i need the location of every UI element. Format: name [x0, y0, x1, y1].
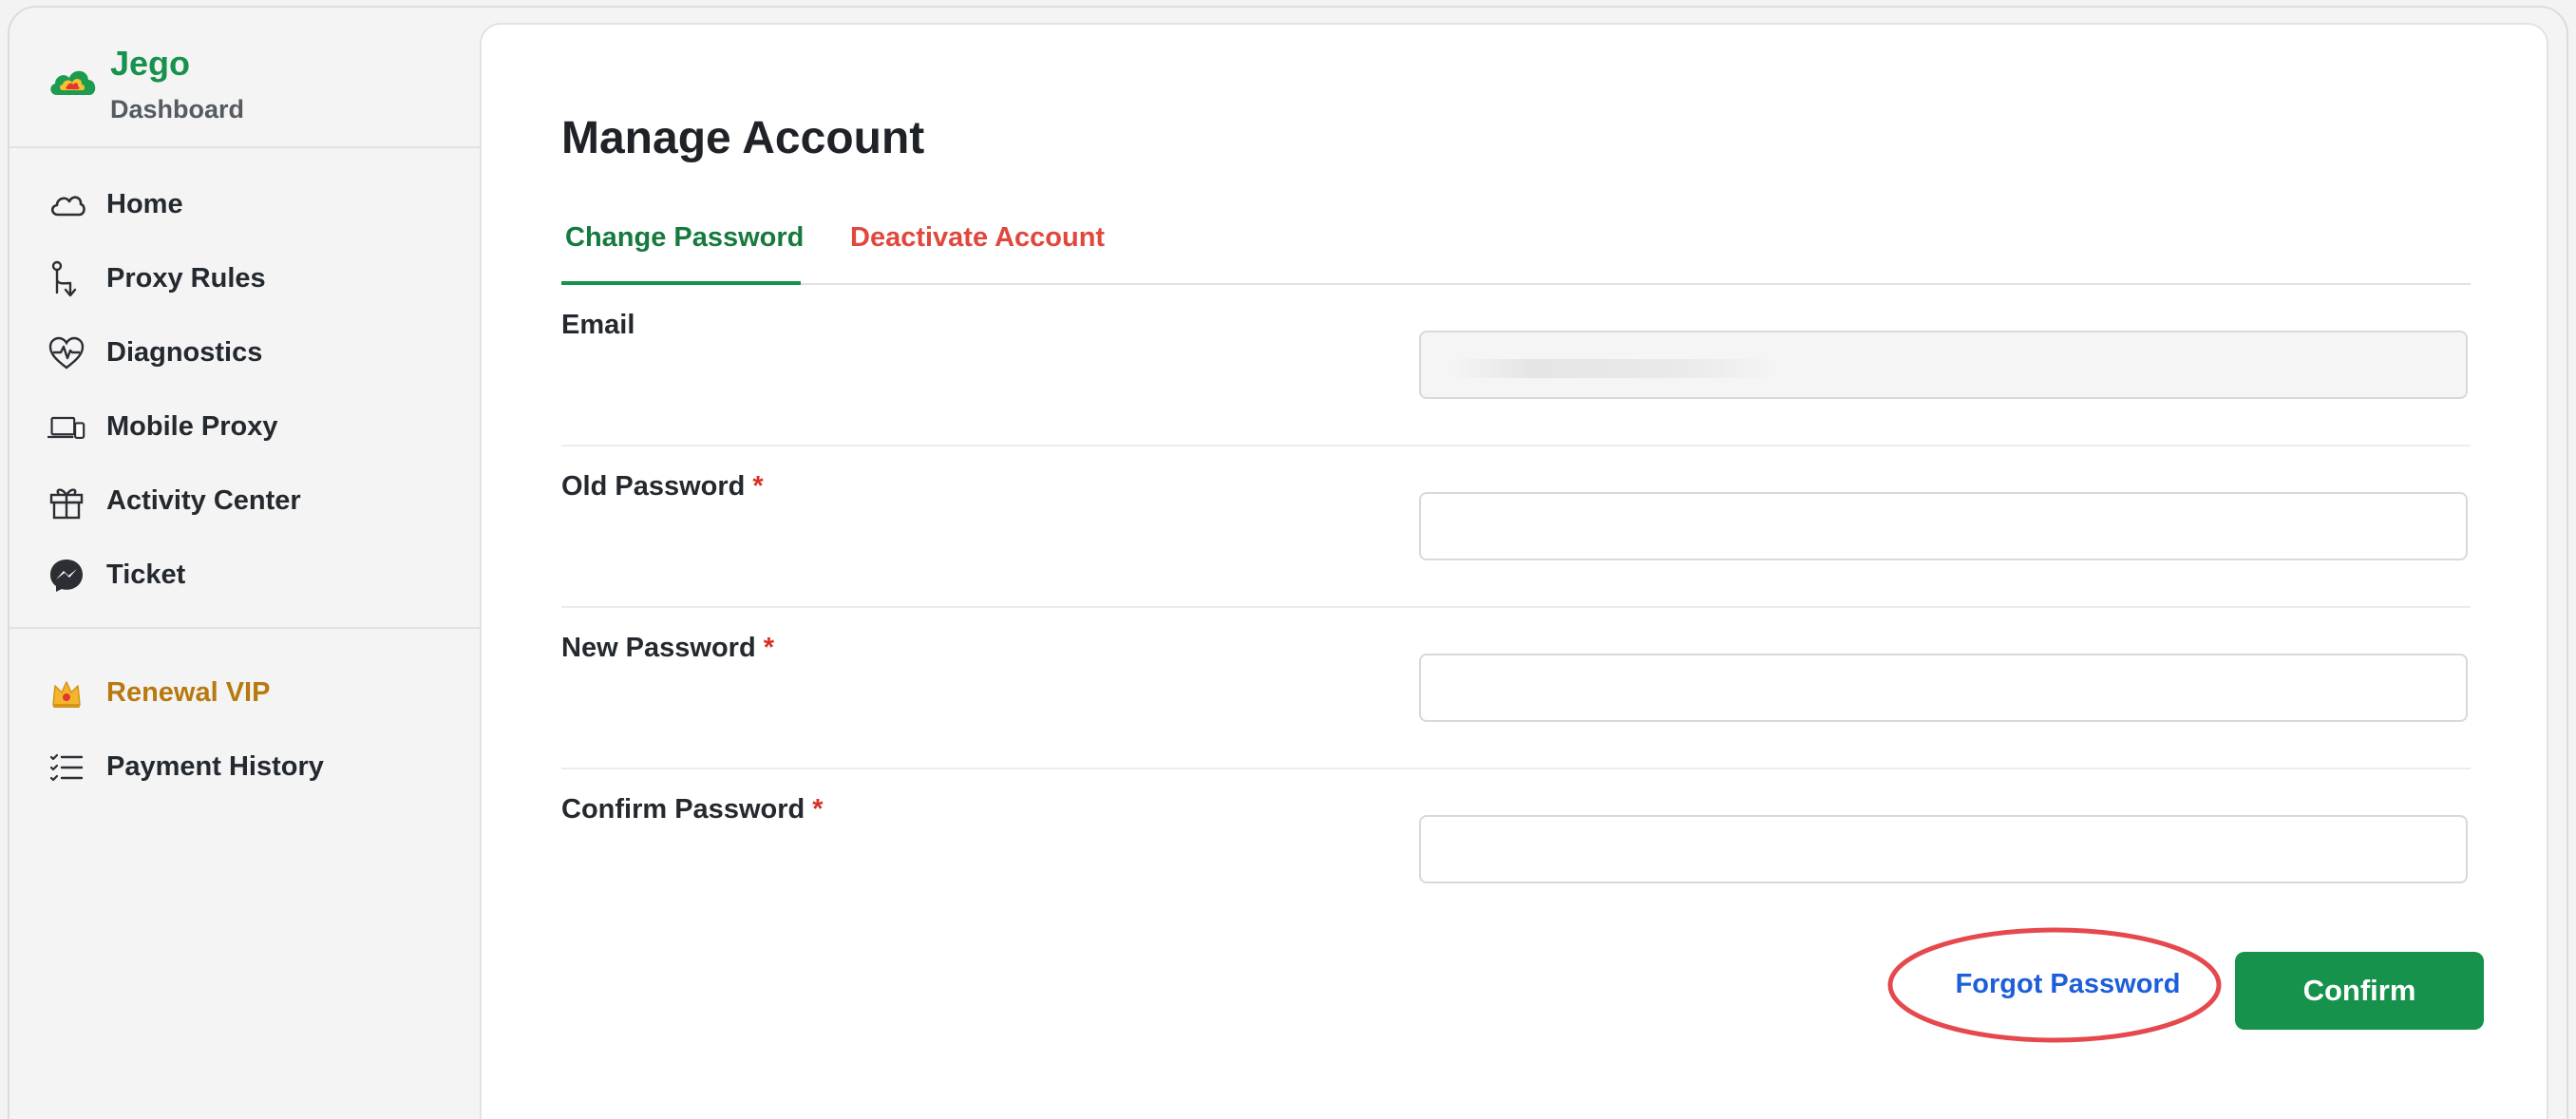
- sidebar-item-home[interactable]: Home: [9, 171, 480, 237]
- old-password-input[interactable]: [1419, 492, 2468, 560]
- required-mark: *: [763, 633, 774, 663]
- new-password-label: New Password *: [561, 633, 774, 663]
- sidebar-item-payment-history[interactable]: Payment History: [9, 733, 480, 800]
- redacted-email-value: [1449, 359, 1782, 378]
- confirm-password-label: Confirm Password *: [561, 794, 824, 825]
- sidebar-item-label: Mobile Proxy: [106, 411, 278, 442]
- form-actions: Forgot Password Confirm: [1887, 927, 2562, 1060]
- required-mark: *: [752, 471, 764, 502]
- email-field[interactable]: [1419, 331, 2468, 399]
- crown-icon: [47, 674, 85, 712]
- tab-deactivate-account[interactable]: Deactivate Account: [850, 222, 1105, 254]
- sidebar-item-label: Home: [106, 189, 183, 219]
- route-icon: [47, 260, 85, 298]
- cloud-icon: [47, 186, 85, 224]
- sidebar-item-diagnostics[interactable]: Diagnostics: [9, 319, 480, 386]
- sidebar-item-label: Payment History: [106, 751, 324, 782]
- tab-change-password[interactable]: Change Password: [565, 222, 804, 254]
- jego-logo-icon: [50, 70, 96, 95]
- sidebar: Jego Dashboard Home Proxy Rules Diagnost…: [9, 8, 480, 1119]
- new-password-input[interactable]: [1419, 654, 2468, 722]
- old-password-label: Old Password *: [561, 471, 764, 502]
- confirm-button[interactable]: Confirm: [2235, 952, 2484, 1030]
- sidebar-item-label: Renewal VIP: [106, 677, 271, 708]
- heart-pulse-icon: [47, 334, 85, 372]
- confirm-password-input[interactable]: [1419, 815, 2468, 883]
- email-row: Email: [561, 285, 2471, 446]
- account-tabs: Change Password Deactivate Account: [561, 196, 2471, 285]
- sidebar-item-label: Activity Center: [106, 485, 301, 516]
- sidebar-item-ticket[interactable]: Ticket: [9, 541, 480, 608]
- brand-header: Jego Dashboard: [9, 8, 480, 148]
- forgot-password-link[interactable]: Forgot Password: [1897, 946, 2239, 1022]
- email-label: Email: [561, 310, 635, 340]
- laptop-phone-icon: [47, 408, 85, 446]
- checklist-icon: [47, 749, 85, 787]
- required-mark: *: [812, 794, 824, 825]
- sidebar-item-label: Ticket: [106, 560, 186, 590]
- brand-subtitle: Dashboard: [110, 95, 245, 123]
- messenger-icon: [47, 557, 85, 595]
- sidebar-item-label: Proxy Rules: [106, 263, 266, 294]
- sidebar-item-mobile-proxy[interactable]: Mobile Proxy: [9, 393, 480, 460]
- manage-account-panel: Manage Account Change Password Deactivat…: [480, 23, 2548, 1119]
- brand-name: Jego: [110, 44, 191, 83]
- gift-icon: [47, 483, 85, 521]
- sidebar-item-activity-center[interactable]: Activity Center: [9, 467, 480, 534]
- sidebar-item-proxy-rules[interactable]: Proxy Rules: [9, 245, 480, 312]
- sidebar-item-label: Diagnostics: [106, 337, 263, 368]
- confirm-password-row: Confirm Password *: [561, 769, 2471, 931]
- sidebar-divider: [9, 627, 480, 629]
- old-password-row: Old Password *: [561, 446, 2471, 608]
- page-title: Manage Account: [561, 113, 925, 163]
- new-password-row: New Password *: [561, 608, 2471, 769]
- sidebar-item-renewal-vip[interactable]: Renewal VIP: [9, 659, 480, 726]
